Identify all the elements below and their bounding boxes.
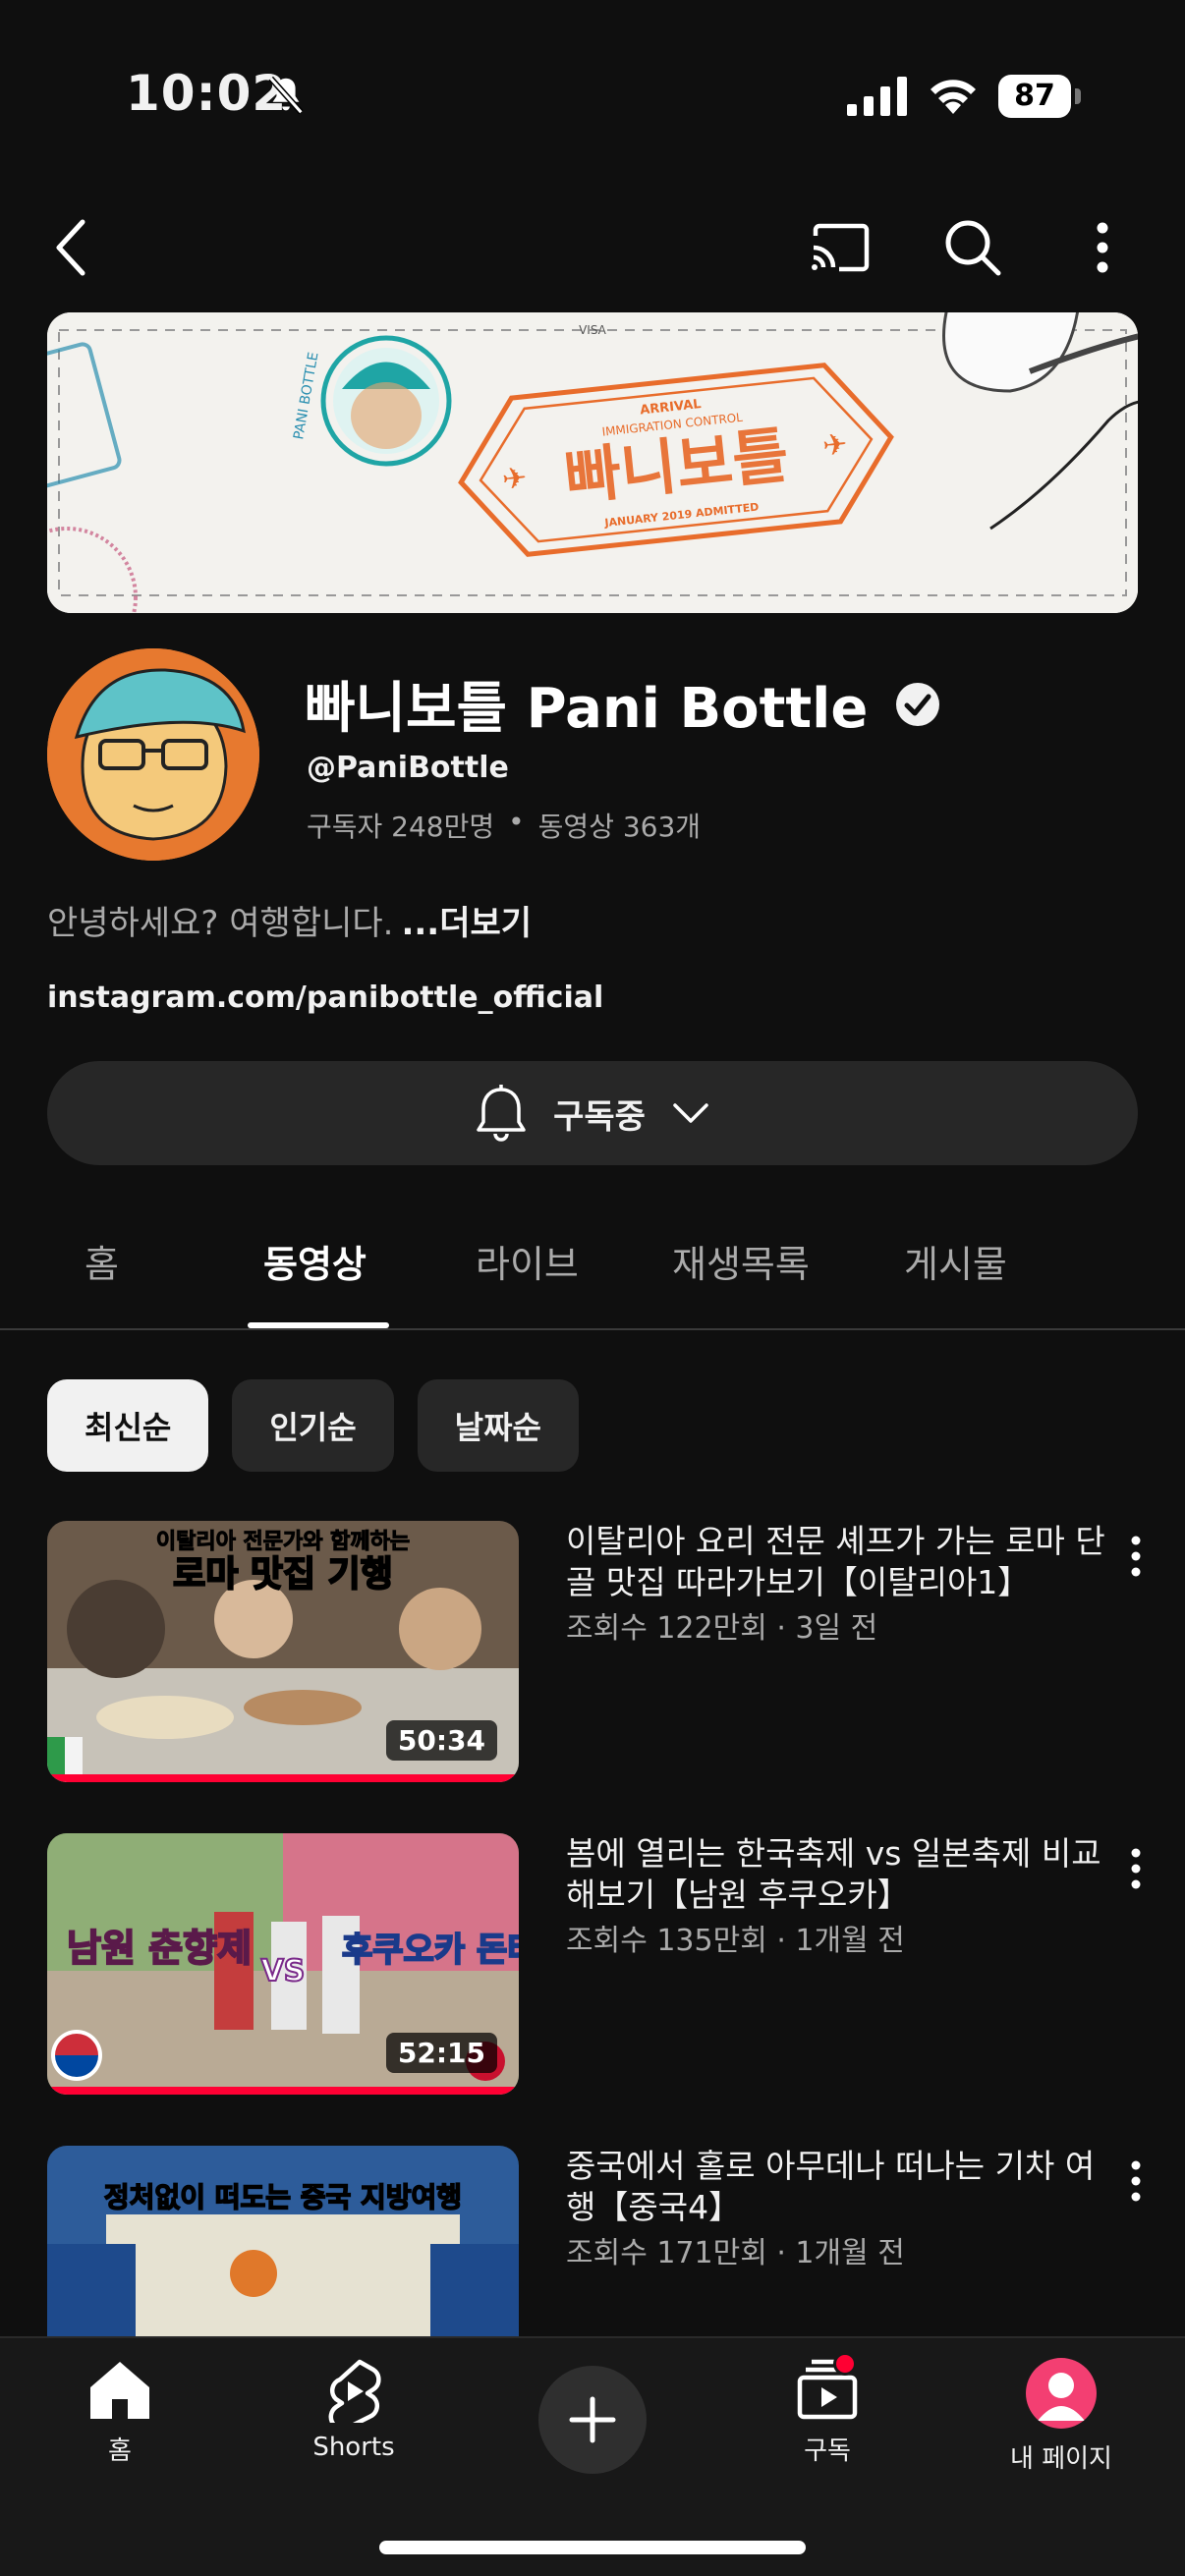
nav-me[interactable]: 내 페이지 (963, 2358, 1159, 2475)
nav-home-label: 홈 (108, 2436, 132, 2466)
video-duration: 52:15 (385, 2033, 497, 2073)
tab-posts[interactable]: 게시물 (904, 1234, 1007, 1288)
nav-shorts[interactable]: Shorts (255, 2358, 452, 2462)
tab-playlists[interactable]: 재생목록 (672, 1234, 810, 1288)
more-link[interactable]: ...더보기 (401, 904, 532, 943)
nav-subscriptions[interactable]: 구독 (729, 2352, 926, 2467)
cast-button[interactable] (806, 216, 875, 279)
search-button[interactable] (938, 214, 1007, 281)
video-meta: 조회수 122만회 · 3일 전 (566, 1611, 878, 1646)
video-thumbnail[interactable]: 이탈리아 전문가와 함께하는 로마 맛집 기행 50:34 (47, 1521, 519, 1782)
sort-chips: 최신순 인기순 날짜순 (47, 1379, 579, 1472)
verified-badge-icon (896, 682, 940, 726)
subscribed-button[interactable]: 구독중 (47, 1061, 1138, 1165)
chevron-left-icon (56, 219, 85, 276)
video-count: 동영상 363개 (537, 811, 702, 843)
subscribe-label: 구독중 (553, 1096, 646, 1137)
wifi-icon (931, 80, 976, 114)
thumb-caption-2: 로마 맛집 기행 (173, 1554, 393, 1595)
back-button[interactable] (39, 216, 102, 279)
channel-name-row: 빠니보틀 Pani Bottle (305, 664, 940, 744)
chip-latest[interactable]: 최신순 (47, 1379, 209, 1472)
thumb-vs: VS (261, 1954, 306, 1988)
video-more-icon[interactable] (1116, 1841, 1156, 1900)
video-meta: 조회수 135만회 · 1개월 전 (566, 1924, 905, 1958)
plus-icon (569, 2396, 616, 2443)
more-vertical-icon (1097, 222, 1108, 273)
tab-videos[interactable]: 동영상 (263, 1234, 367, 1288)
chip-oldest[interactable]: 날짜순 (417, 1379, 579, 1472)
channel-link[interactable]: instagram.com/panibottle_official (47, 980, 603, 1015)
watch-progress (47, 1774, 519, 1782)
banner-visa-text: VISA (579, 323, 607, 337)
thumb-caption-1: 이탈리아 전문가와 함께하는 (156, 1530, 410, 1554)
channel-avatar[interactable] (47, 648, 259, 861)
description-text: 안녕하세요? 여행합니다. (47, 904, 394, 943)
search-icon (945, 220, 1001, 276)
video-item[interactable]: 남원 춘향제 VS 후쿠오카 돈타쿠 52:15 봄에 열리는 한국축제 vs … (47, 1833, 1157, 2095)
create-button[interactable] (538, 2366, 647, 2474)
tab-home[interactable]: 홈 (85, 1234, 119, 1288)
video-item[interactable]: 이탈리아 전문가와 함께하는 로마 맛집 기행 50:34 이탈리아 요리 전문… (47, 1521, 1157, 1782)
bell-off-icon (268, 76, 304, 115)
chip-popular[interactable]: 인기순 (232, 1379, 394, 1472)
nav-home[interactable]: 홈 (22, 2358, 218, 2467)
active-tab-indicator (248, 1322, 389, 1328)
channel-name: 빠니보틀 Pani Bottle (305, 677, 869, 741)
thumbnail-art: 정처없이 떠도는 중국 지방여행 (47, 2146, 519, 2336)
thumb-caption-2: 후쿠오카 돈타쿠 (342, 1931, 519, 1970)
more-options-button[interactable] (1071, 216, 1134, 279)
video-title[interactable]: 중국에서 홀로 아무데나 떠나는 기차 여행【중국4】 (566, 2146, 1116, 2228)
home-indicator[interactable] (379, 2541, 806, 2554)
shorts-icon (328, 2359, 381, 2423)
channel-handle: @PaniBottle (307, 751, 509, 785)
subscriber-count: 구독자 248만명 (307, 811, 495, 843)
thumb-caption-1: 정처없이 떠도는 중국 지방여행 (104, 2181, 462, 2213)
battery-level: 87 (998, 75, 1071, 118)
nav-subscriptions-label: 구독 (804, 2436, 851, 2466)
channel-description[interactable]: 안녕하세요? 여행합니다. ...더보기 (47, 896, 532, 944)
profile-avatar-icon (1026, 2358, 1097, 2429)
channel-stats: 구독자 248만명 • 동영상 363개 (307, 806, 701, 845)
home-icon (90, 2362, 149, 2419)
watch-progress (47, 2087, 519, 2095)
chevron-down-icon (673, 1103, 708, 1123)
cast-icon (812, 223, 870, 272)
channel-banner: VISA PANI BOTTLE ARRIVAL IMMIGRATION CON… (47, 312, 1138, 613)
video-title[interactable]: 봄에 열리는 한국축제 vs 일본축제 비교해보기【남원 후쿠오카】 (566, 1833, 1116, 1916)
status-bar: 10:02 87 (0, 0, 1185, 187)
avatar-art (47, 648, 259, 861)
video-more-icon[interactable] (1116, 2154, 1156, 2212)
notification-dot (833, 2352, 857, 2376)
video-more-icon[interactable] (1116, 1529, 1156, 1588)
nav-me-label: 내 페이지 (1010, 2444, 1112, 2474)
channel-tabs: 홈 동영상 라이브 재생목록 게시물 (0, 1208, 1185, 1330)
bell-icon (477, 1085, 526, 1142)
cellular-signal-icon (847, 77, 907, 116)
video-meta: 조회수 171만회 · 1개월 전 (566, 2236, 905, 2270)
video-thumbnail[interactable]: 정처없이 떠도는 중국 지방여행 (47, 2146, 519, 2336)
battery-tip (1075, 88, 1081, 104)
nav-shorts-label: Shorts (312, 2433, 395, 2462)
video-title[interactable]: 이탈리아 요리 전문 셰프가 가는 로마 단골 맛집 따라가보기【이탈리아1】 (566, 1521, 1116, 1603)
video-duration: 50:34 (385, 1720, 497, 1761)
svg-text:✈: ✈ (500, 461, 529, 497)
thumb-caption-1: 남원 춘향제 (67, 1927, 252, 1970)
subscriptions-icon-wrap (794, 2352, 861, 2421)
stats-separator: • (508, 806, 525, 838)
battery-indicator: 87 (998, 75, 1081, 118)
tab-live[interactable]: 라이브 (476, 1234, 579, 1288)
top-action-bar (0, 187, 1185, 305)
banner-art: VISA PANI BOTTLE ARRIVAL IMMIGRATION CON… (47, 312, 1138, 613)
video-thumbnail[interactable]: 남원 춘향제 VS 후쿠오카 돈타쿠 52:15 (47, 1833, 519, 2095)
svg-text:✈: ✈ (821, 427, 850, 464)
